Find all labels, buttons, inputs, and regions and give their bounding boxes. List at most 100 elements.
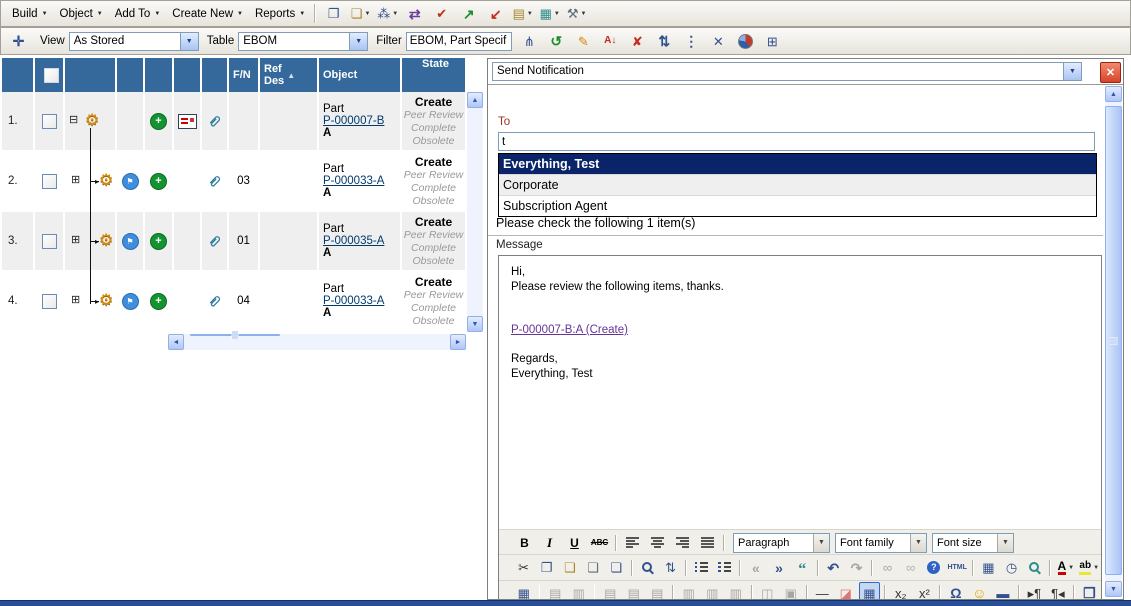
grid-vertical-scrollbar[interactable]: ▲ ▼ xyxy=(467,92,483,332)
tools-icon[interactable]: ⚒▼ xyxy=(564,2,589,25)
numbered-list-icon[interactable] xyxy=(714,557,735,579)
blockquote-icon[interactable]: “ xyxy=(792,557,813,579)
bullet-list-icon[interactable] xyxy=(691,557,712,579)
item-review-link[interactable]: P-000007-B:A (Create) xyxy=(511,324,628,336)
font-size-select[interactable]: Font size ▼ xyxy=(932,533,1014,553)
menu-reports[interactable]: Reports▼ xyxy=(248,5,310,23)
align-justify-icon[interactable] xyxy=(696,532,719,554)
paperclip-icon[interactable] xyxy=(207,174,222,189)
new-window-icon[interactable]: ❐ xyxy=(321,2,346,25)
header-object[interactable]: Object xyxy=(319,58,402,92)
underline-icon[interactable]: U xyxy=(563,532,586,554)
item-number-link[interactable]: P-000033-A xyxy=(323,295,384,307)
emoticons-icon[interactable]: ☺ xyxy=(969,582,991,600)
sort-az-icon[interactable]: A↓ xyxy=(598,30,623,53)
panel-vertical-scrollbar[interactable]: ▲ ▼ xyxy=(1105,86,1122,597)
refresh-icon[interactable]: ↺ xyxy=(544,30,569,53)
scroll-left-button[interactable]: ◄ xyxy=(168,334,184,350)
chevron-down-icon[interactable]: ▼ xyxy=(813,534,829,552)
part-gear-icon[interactable]: ⚙ xyxy=(99,173,113,189)
part-gear-icon[interactable]: ⚙ xyxy=(99,293,113,309)
scroll-track[interactable] xyxy=(467,108,483,316)
suggestion-item[interactable]: Everything, Test xyxy=(499,154,1096,175)
chevron-down-icon[interactable]: ▼ xyxy=(1063,63,1081,80)
scroll-up-button[interactable]: ▲ xyxy=(1105,86,1122,102)
font-family-select[interactable]: Font family ▼ xyxy=(835,533,927,553)
paragraph-format-select[interactable]: Paragraph ▼ xyxy=(733,533,830,553)
image-attachment-icon[interactable] xyxy=(178,114,197,129)
insert-media-icon[interactable]: ▬ xyxy=(992,582,1014,600)
header-select-all[interactable] xyxy=(35,58,65,92)
demote-icon[interactable]: ↙ xyxy=(483,2,508,25)
html-source-icon[interactable]: HTML xyxy=(946,557,967,579)
rtl-icon[interactable]: ¶◂ xyxy=(1047,582,1069,600)
add-item-icon[interactable]: + xyxy=(150,113,167,130)
menu-add-to[interactable]: Add To▼ xyxy=(108,5,166,23)
preview-icon[interactable] xyxy=(1024,557,1045,579)
tree-nodes-icon[interactable]: ⋮ xyxy=(679,30,704,53)
close-button[interactable]: ✕ xyxy=(1100,62,1121,83)
indent-icon[interactable]: » xyxy=(768,557,789,579)
chevron-down-icon[interactable]: ▼ xyxy=(910,534,926,552)
header-state[interactable]: State xyxy=(402,58,467,92)
suggestion-item[interactable]: Subscription Agent xyxy=(499,196,1096,216)
add-item-icon[interactable]: + xyxy=(150,293,167,310)
scroll-right-button[interactable]: ► xyxy=(450,334,466,350)
claimed-icon[interactable]: ⚑ xyxy=(122,293,139,310)
clear-filter-icon[interactable]: ✘ xyxy=(625,30,650,53)
paperclip-icon[interactable] xyxy=(207,114,222,129)
special-char-icon[interactable]: Ω xyxy=(945,582,967,600)
scroll-up-button[interactable]: ▲ xyxy=(467,92,483,108)
menu-object[interactable]: Object▼ xyxy=(53,5,108,23)
to-input[interactable] xyxy=(498,132,1095,151)
menu-build[interactable]: Build▼ xyxy=(5,5,53,23)
view-select[interactable]: As Stored ▼ xyxy=(69,32,199,51)
bold-icon[interactable]: B xyxy=(513,532,536,554)
paste-icon[interactable]: ❏ xyxy=(559,557,580,579)
part-gear-icon[interactable]: ⚙ xyxy=(99,233,113,249)
structure-filter-icon[interactable]: ⋔ xyxy=(517,30,542,53)
expand-icon[interactable]: ⊞ xyxy=(71,235,80,246)
disconnect-icon[interactable]: ✕ xyxy=(706,30,731,53)
suggestion-item[interactable]: Corporate xyxy=(499,175,1096,196)
chevron-down-icon[interactable]: ▼ xyxy=(349,33,367,50)
insert-date-icon[interactable]: ▦ xyxy=(978,557,999,579)
renumber-structure-icon[interactable]: ⁂▼ xyxy=(375,2,400,25)
expand-all-icon[interactable]: ✛ xyxy=(6,30,31,53)
filter-input[interactable] xyxy=(406,32,512,51)
expand-icon[interactable]: ⊞ xyxy=(71,175,80,186)
cut-icon[interactable]: ✂ xyxy=(513,557,534,579)
pie-chart-icon[interactable] xyxy=(733,30,758,53)
sort-branch-icon[interactable]: ⇅ xyxy=(652,30,677,53)
paperclip-icon[interactable] xyxy=(207,234,222,249)
header-fn[interactable]: F/N xyxy=(229,58,260,92)
claimed-icon[interactable]: ⚑ xyxy=(122,173,139,190)
copy-icon[interactable]: ❐ xyxy=(536,557,557,579)
horizontal-rule-icon[interactable]: — xyxy=(812,582,834,600)
header-ref-des[interactable]: RefDes▲ xyxy=(260,58,319,92)
menu-create-new[interactable]: Create New▼ xyxy=(165,5,248,23)
commit-check-icon[interactable]: ✔ xyxy=(429,2,454,25)
select-all-checkbox[interactable] xyxy=(44,68,59,83)
scroll-thumb[interactable] xyxy=(190,334,280,336)
scroll-thumb[interactable] xyxy=(1105,106,1122,575)
copy-item-icon[interactable]: ❏▼ xyxy=(348,2,373,25)
item-number-link[interactable]: P-000033-A xyxy=(323,175,384,187)
edit-note-icon[interactable]: ✎ xyxy=(571,30,596,53)
scroll-down-button[interactable]: ▼ xyxy=(467,316,483,332)
expand-levels-icon[interactable]: ⊞ xyxy=(760,30,785,53)
row-checkbox[interactable] xyxy=(42,294,57,309)
scroll-down-button[interactable]: ▼ xyxy=(1105,581,1122,597)
insert-table-icon[interactable]: ▦ xyxy=(513,582,535,600)
row-checkbox[interactable] xyxy=(42,174,57,189)
find-icon[interactable] xyxy=(637,557,658,579)
undo-icon[interactable]: ↶ xyxy=(823,557,844,579)
subscript-icon[interactable]: x₂ xyxy=(890,582,912,600)
message-body[interactable]: Hi, Please review the following items, t… xyxy=(499,256,1101,529)
paperclip-icon[interactable] xyxy=(207,294,222,309)
notification-type-select[interactable]: Send Notification ▼ xyxy=(492,62,1082,81)
item-number-link[interactable]: P-000007-B xyxy=(323,115,384,127)
grid-view-icon[interactable]: ▦▼ xyxy=(537,2,562,25)
chevron-down-icon[interactable]: ▼ xyxy=(997,534,1013,552)
remove-format-icon[interactable]: ◪ xyxy=(835,582,857,600)
